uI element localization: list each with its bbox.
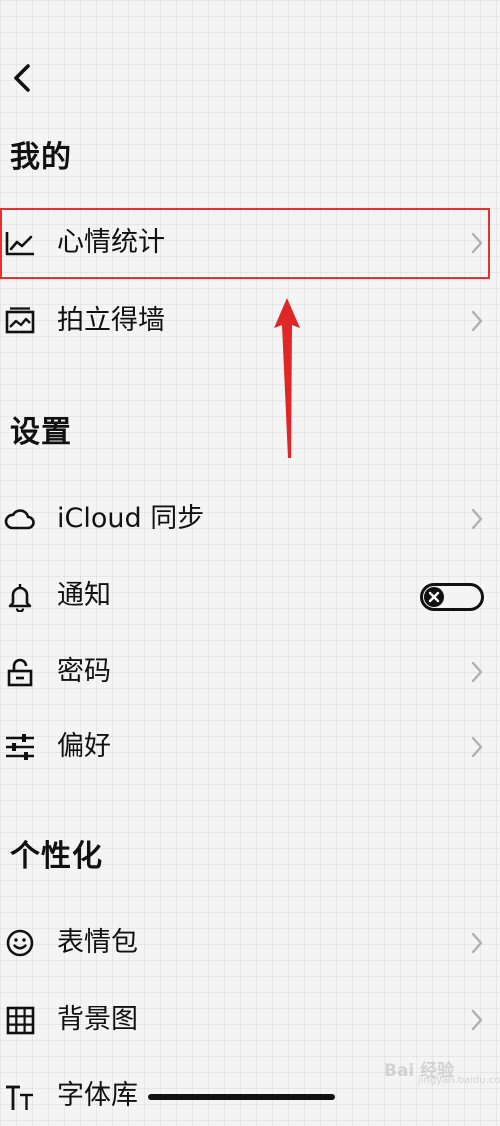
chevron-left-icon [14, 64, 30, 92]
menu-item-password[interactable]: 密码 [0, 642, 500, 702]
chevron-right-icon [471, 932, 483, 954]
lock-icon [7, 658, 33, 687]
menu-item-label: 通知 [57, 580, 111, 611]
toggle-knob [424, 587, 444, 607]
sliders-icon [6, 734, 34, 760]
section-title-mine: 我的 [10, 140, 72, 175]
menu-item-notifications[interactable]: 通知 [0, 566, 500, 626]
section-title-personalize: 个性化 [10, 839, 103, 874]
baidu-watermark: Bai 经验 jingyan.baidu.com [384, 1054, 500, 1090]
home-indicator [148, 1094, 335, 1100]
chevron-right-icon [471, 736, 483, 758]
bell-icon [8, 584, 32, 612]
menu-item-label: 背景图 [57, 1004, 138, 1035]
menu-item-preferences[interactable]: 偏好 [0, 717, 500, 777]
cloud-icon [4, 509, 35, 530]
menu-item-label: iCloud 同步 [57, 503, 205, 534]
annotation-arrow [274, 298, 300, 458]
section-title-settings: 设置 [10, 415, 72, 450]
chevron-right-icon [471, 1009, 483, 1031]
smiley-icon [6, 929, 34, 957]
menu-item-background[interactable]: 背景图 [0, 990, 500, 1050]
close-icon [428, 591, 440, 603]
menu-item-label: 表情包 [57, 927, 138, 958]
menu-item-photo-wall[interactable]: 拍立得墙 [0, 291, 500, 351]
grid-icon [6, 1006, 35, 1035]
watermark-subtext: jingyan.baidu.com [418, 1075, 500, 1086]
menu-item-stickers[interactable]: 表情包 [0, 913, 500, 973]
photo-icon [5, 307, 35, 334]
back-button[interactable] [6, 58, 38, 98]
menu-item-label: 偏好 [57, 731, 111, 762]
menu-item-label: 字体库 [57, 1080, 138, 1111]
chevron-right-icon [471, 508, 483, 530]
notifications-toggle[interactable] [420, 583, 484, 611]
chevron-right-icon [471, 661, 483, 683]
text-size-icon [6, 1085, 33, 1110]
menu-item-icloud-sync[interactable]: iCloud 同步 [0, 489, 500, 549]
menu-item-label: 密码 [57, 656, 111, 687]
chevron-right-icon [471, 310, 483, 332]
menu-item-label: 拍立得墙 [57, 305, 165, 336]
annotation-highlight-box [0, 208, 490, 279]
